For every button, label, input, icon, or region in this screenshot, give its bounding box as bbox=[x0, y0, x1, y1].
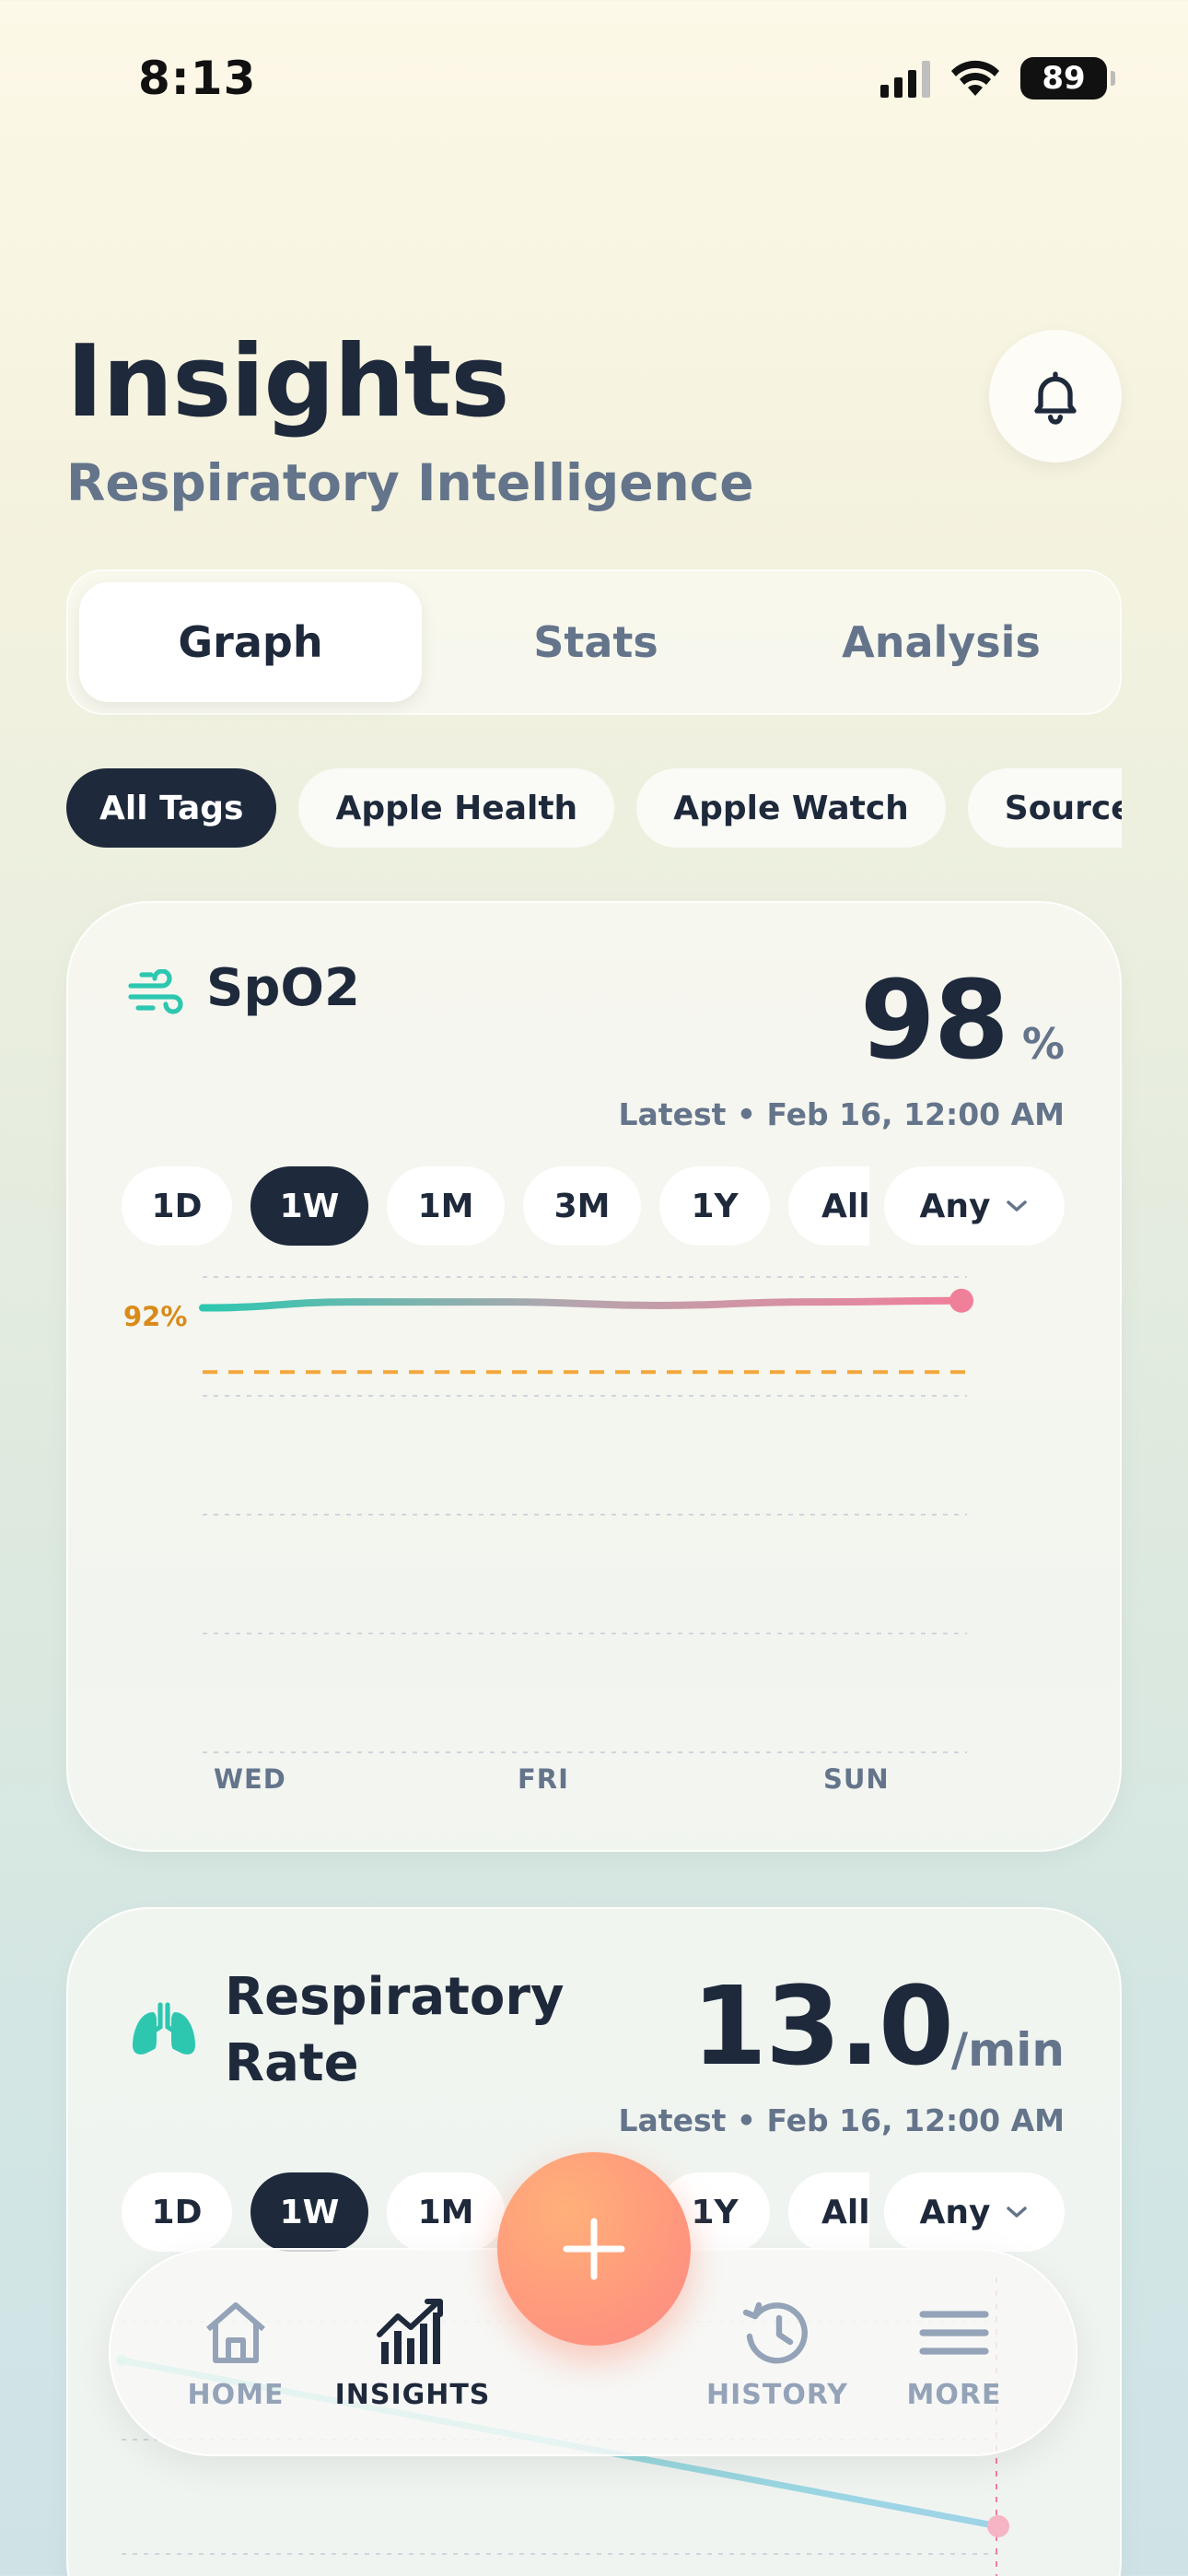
tab-analysis[interactable]: Analysis bbox=[770, 582, 1112, 702]
wifi-icon bbox=[951, 60, 999, 96]
page-title: Insights bbox=[66, 324, 509, 439]
x-tick-label: FRI bbox=[518, 1763, 569, 1795]
status-bar: 8:13 89 bbox=[0, 0, 1188, 157]
nav-insights-label: INSIGHTS bbox=[334, 2379, 491, 2411]
spo2-line bbox=[199, 1296, 965, 1312]
status-time: 8:13 bbox=[138, 52, 257, 105]
insights-chart-icon bbox=[377, 2299, 443, 2364]
spo2-latest-point bbox=[949, 1288, 973, 1313]
menu-icon bbox=[919, 2311, 989, 2355]
chip-all-tags[interactable]: All Tags bbox=[66, 768, 277, 848]
spo2-chart[interactable] bbox=[68, 903, 1124, 1854]
page-subtitle: Respiratory Intelligence bbox=[66, 453, 754, 512]
nav-insights[interactable]: INSIGHTS bbox=[320, 2298, 505, 2411]
chip-apple-health[interactable]: Apple Health bbox=[298, 768, 615, 848]
spo2-card[interactable]: SpO2 98 % Latest • Feb 16, 12:00 AM 1D 1… bbox=[66, 901, 1122, 1852]
nav-more-label: MORE bbox=[906, 2379, 1002, 2411]
spo2-threshold-label: 92% bbox=[123, 1301, 188, 1332]
nav-home[interactable]: HOME bbox=[144, 2298, 328, 2411]
rr-latest-point bbox=[987, 2515, 1009, 2537]
tab-graph[interactable]: Graph bbox=[79, 582, 422, 702]
bell-icon bbox=[1034, 371, 1077, 425]
add-entry-button[interactable] bbox=[497, 2152, 691, 2346]
nav-history[interactable]: HISTORY bbox=[685, 2298, 869, 2411]
tab-stats[interactable]: Stats bbox=[425, 582, 767, 702]
home-icon bbox=[206, 2302, 265, 2363]
x-tick-label: SUN bbox=[823, 1763, 890, 1795]
x-tick-label: WED bbox=[214, 1763, 286, 1795]
cellular-signal-icon bbox=[880, 59, 930, 98]
chip-source[interactable]: Source: A bbox=[967, 768, 1122, 848]
nav-history-label: HISTORY bbox=[705, 2379, 849, 2411]
history-icon bbox=[742, 2301, 808, 2364]
battery-icon: 89 bbox=[1020, 57, 1115, 100]
battery-level: 89 bbox=[1042, 60, 1086, 97]
status-icons: 89 bbox=[880, 57, 1115, 100]
nav-more[interactable]: MORE bbox=[862, 2298, 1046, 2411]
view-tabs: Graph Stats Analysis bbox=[66, 569, 1122, 715]
chip-apple-watch[interactable]: Apple Watch bbox=[636, 768, 946, 848]
plus-icon bbox=[563, 2218, 625, 2280]
notifications-button[interactable] bbox=[989, 330, 1122, 463]
filter-chips: All Tags Apple Health Apple Watch Source… bbox=[66, 768, 1122, 848]
nav-home-label: HOME bbox=[187, 2379, 285, 2411]
